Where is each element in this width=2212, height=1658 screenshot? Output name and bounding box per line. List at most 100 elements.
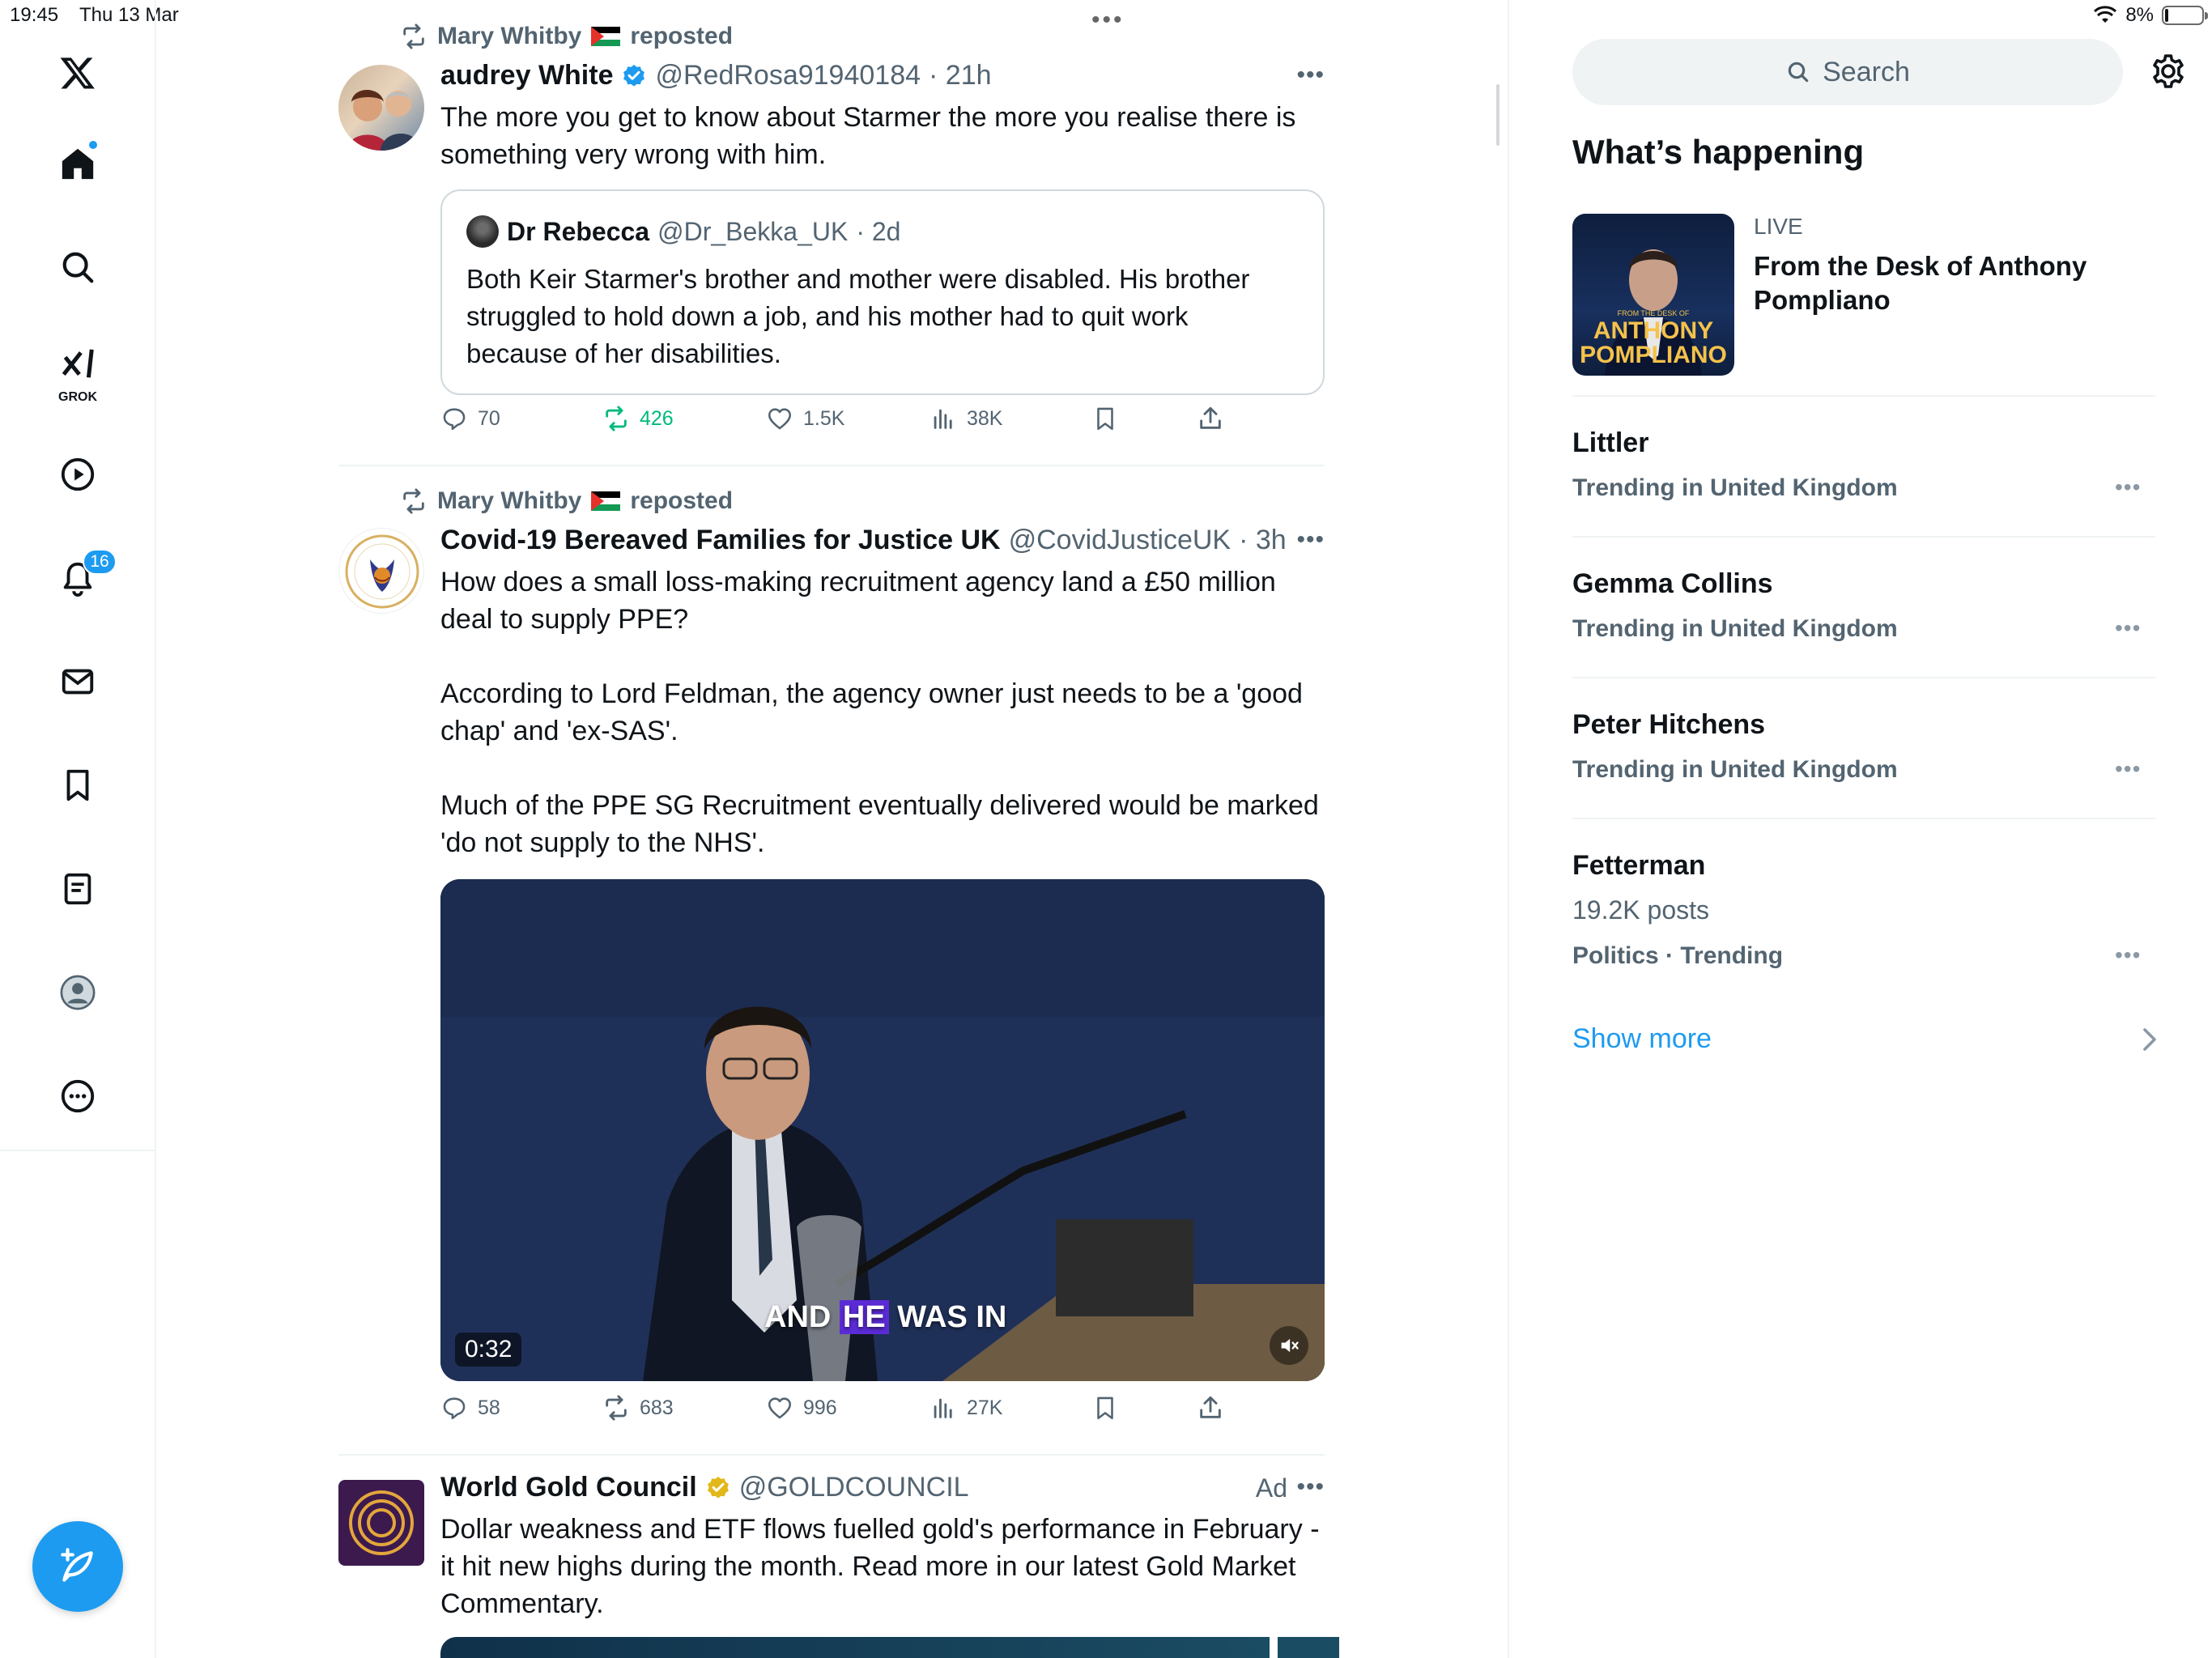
quote-header: Dr Rebecca @Dr_Bekka_UK · 2d [466,215,900,248]
mute-button[interactable] [1270,1326,1308,1365]
live-event-thumbnail[interactable]: FROM THE DESK OF ANTHONY POMPLIANO [1572,214,1734,376]
nav-home[interactable] [42,128,113,199]
quote-text-line: because of her disabilities. [466,338,781,368]
like-button[interactable]: 1.5K [766,405,844,432]
search-input[interactable]: Search [1572,39,2123,105]
like-button[interactable]: 996 [766,1394,837,1422]
avatar[interactable] [338,1480,424,1566]
reply-button[interactable]: 70 [440,405,500,432]
repost-icon [403,488,424,514]
nav-grok[interactable]: GROK [42,335,113,406]
post-more-button[interactable]: ••• [1296,62,1325,89]
trend-context: Trending in United Kingdom [1572,474,1898,501]
nav-profile[interactable] [42,957,113,1028]
caption-part: AND [764,1300,840,1334]
repost-suffix: reposted [630,487,734,514]
quote-author-name[interactable]: Dr Rebecca [507,217,649,247]
post-text-line: Dollar weakness and ETF flows fuelled go… [440,1514,1320,1545]
ad-media-image[interactable] [1278,1637,1339,1658]
nav-explore[interactable] [42,232,113,303]
trend-context: Trending in United Kingdom [1572,615,1898,642]
share-icon [1200,406,1221,429]
author-name[interactable]: audrey White [440,60,613,91]
share-button[interactable] [1197,1394,1224,1422]
avatar[interactable] [338,528,424,614]
quote-card[interactable]: Dr Rebecca @Dr_Bekka_UK · 2d Both Keir S… [440,189,1325,395]
like-count: 996 [803,1396,837,1419]
ad-label: Ad [1255,1473,1287,1503]
nav-videos[interactable] [42,439,113,510]
author-name[interactable]: World Gold Council [440,1472,697,1503]
views-button[interactable]: 27K [929,1394,1002,1422]
heart-icon [768,1397,792,1419]
trend-title[interactable]: Littler [1572,427,1648,459]
repost-button[interactable]: 426 [602,405,674,432]
mail-icon [62,669,94,695]
ad-media-image[interactable] [440,1637,1270,1658]
gear-icon[interactable] [2149,52,2188,91]
live-label: LIVE [1754,214,1803,239]
nav-more[interactable] [42,1061,113,1132]
trend-more-button[interactable]: ••• [2115,615,2141,641]
reply-button[interactable]: 58 [440,1394,500,1422]
repost-icon [403,23,424,49]
trend-title[interactable]: Peter Hitchens [1572,709,1765,741]
nav-divider [0,1150,156,1151]
like-count: 1.5K [803,406,845,430]
repost-button[interactable]: 683 [602,1394,674,1422]
post-time[interactable]: · 21h [929,60,992,91]
video-player[interactable]: AND HE WAS IN 0:32 [440,879,1325,1381]
profile-avatar-icon [60,975,96,1010]
repost-author[interactable]: Mary Whitby [437,487,581,515]
post-more-button[interactable]: ••• [1296,526,1325,554]
multitask-dots[interactable]: ••• [1091,6,1125,34]
verified-badge-icon [623,64,645,87]
quote-author-handle[interactable]: @Dr_Bekka_UK [657,217,848,247]
ad-media-carousel[interactable] [440,1637,1339,1658]
speaker-muted-icon [1281,1338,1299,1353]
author-name[interactable]: Covid-19 Bereaved Families for Justice U… [440,525,1001,556]
post-header: World Gold Council @GOLDCOUNCIL [440,1472,969,1503]
show-more-link[interactable]: Show more [1572,1023,1712,1055]
post-text-line: Much of the PPE SG Recruitment eventuall… [440,790,1319,821]
author-handle[interactable]: @CovidJusticeUK [1009,525,1231,556]
repost-icon [606,1395,627,1421]
covid-justice-logo-icon [345,534,419,609]
post-time[interactable]: · 3h [1239,525,1287,556]
trend-title[interactable]: Fetterman [1572,850,1705,882]
nav-messages[interactable] [42,646,113,717]
author-handle[interactable]: @GOLDCOUNCIL [739,1472,969,1503]
trend-title[interactable]: Gemma Collins [1572,568,1773,600]
repost-author[interactable]: Mary Whitby [437,23,581,50]
scroll-indicator[interactable] [1496,84,1499,146]
post-text-line: chap' and 'ex-SAS'. [440,716,678,746]
search-icon [62,252,94,283]
trend-more-button[interactable]: ••• [2115,942,2141,968]
share-button[interactable] [1197,405,1224,432]
avatar[interactable] [338,65,424,151]
live-event-card[interactable]: FROM THE DESK OF ANTHONY POMPLIANO LIVE … [1572,214,2155,376]
home-icon [62,148,94,180]
grok-label: GROK [58,390,97,404]
trend-more-button[interactable]: ••• [2115,474,2141,500]
bookmark-button[interactable] [1091,405,1119,432]
quote-avatar[interactable] [466,215,499,248]
live-title[interactable]: From the Desk of Anthony Pompliano [1754,249,2094,317]
search-icon [1788,62,1809,83]
trend-divider [1572,677,2155,678]
x-logo-icon[interactable] [42,37,113,108]
nav-lists[interactable] [42,853,113,925]
trend-more-button[interactable]: ••• [2115,756,2141,782]
post-more-button[interactable]: ••• [1296,1473,1325,1501]
more-circle-icon [61,1079,95,1113]
play-circle-icon [61,457,95,491]
nav-bookmarks[interactable] [42,750,113,821]
repost-suffix: reposted [630,23,734,49]
bookmark-button[interactable] [1091,1394,1119,1422]
reply-count: 70 [478,406,500,430]
author-handle[interactable]: @RedRosa91940184 [655,60,921,91]
views-button[interactable]: 38K [929,405,1002,432]
nav-notifications[interactable]: 16 [42,542,117,614]
compose-button[interactable] [32,1521,123,1612]
post-text-line [440,638,1331,675]
